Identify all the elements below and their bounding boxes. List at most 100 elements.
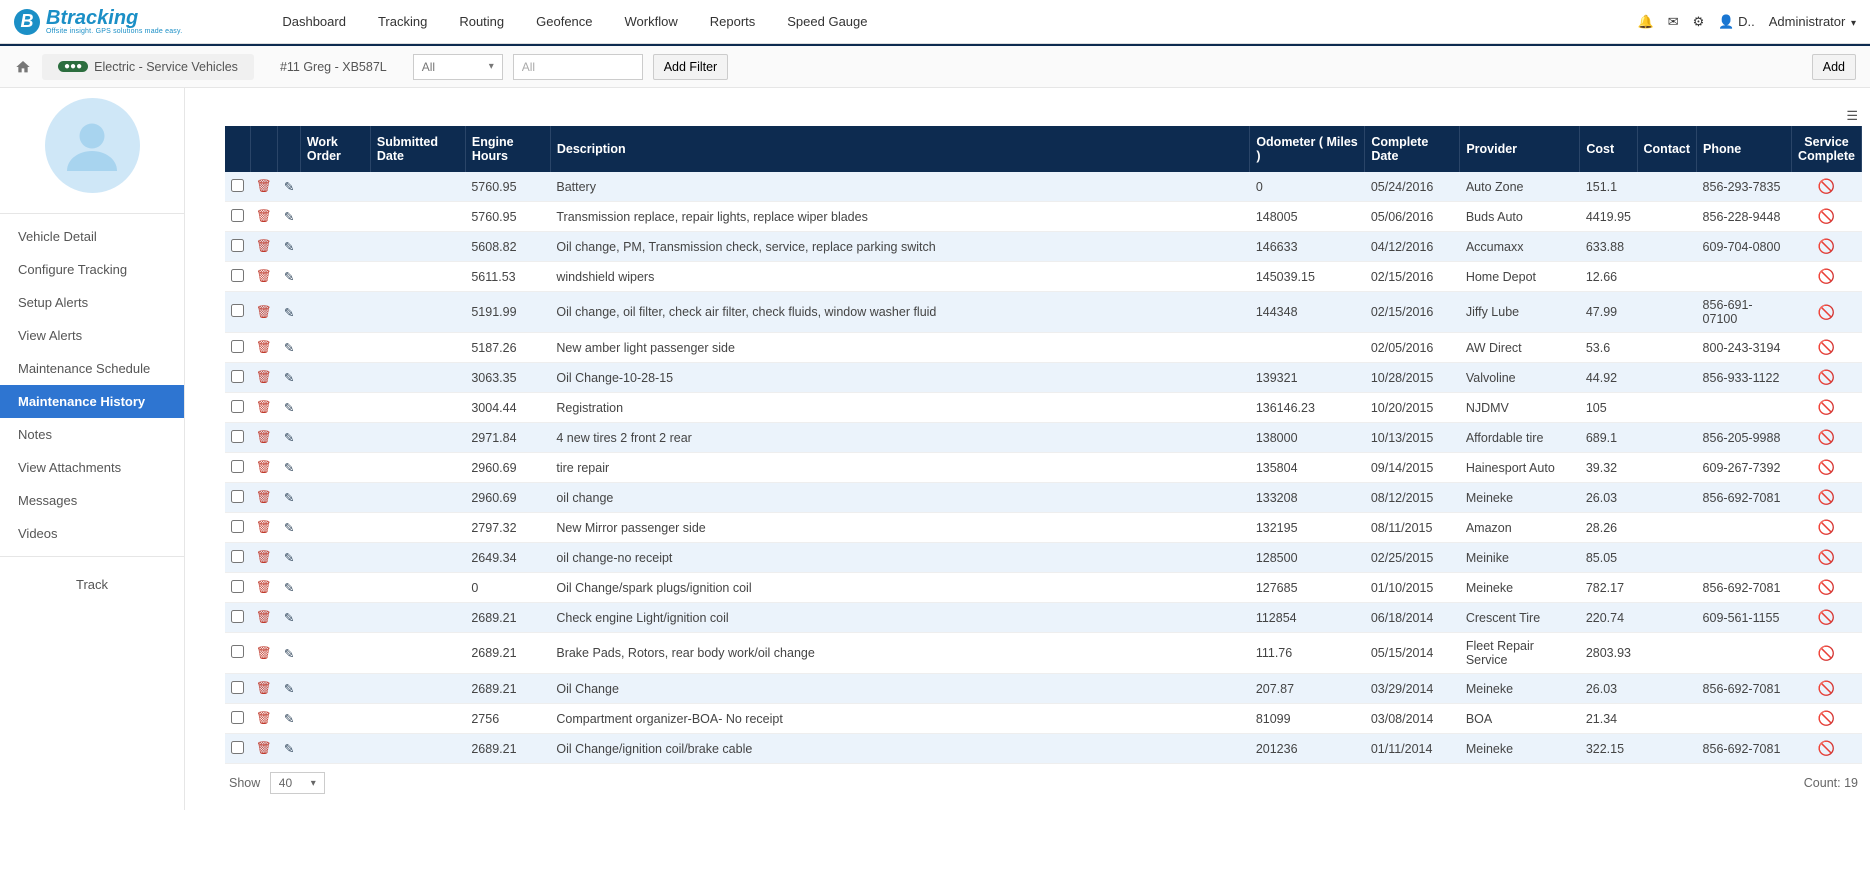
edit-icon[interactable]: ✎ [278, 603, 300, 633]
row-checkbox[interactable] [231, 645, 244, 658]
edit-icon[interactable]: ✎ [278, 513, 300, 543]
delete-icon[interactable]: 🗑 [250, 423, 278, 453]
gear-icon[interactable]: ⚙ [1693, 14, 1705, 30]
sidebar-item-videos[interactable]: Videos [0, 517, 184, 550]
add-filter-button[interactable]: Add Filter [653, 54, 729, 80]
mail-icon[interactable]: ✉ [1668, 14, 1679, 30]
delete-icon[interactable]: 🗑 [250, 363, 278, 393]
delete-icon[interactable]: 🗑 [250, 573, 278, 603]
edit-icon[interactable]: ✎ [278, 453, 300, 483]
sidebar-item-setup-alerts[interactable]: Setup Alerts [0, 286, 184, 319]
delete-icon[interactable]: 🗑 [250, 292, 278, 333]
row-checkbox[interactable] [231, 370, 244, 383]
sidebar-item-maintenance-schedule[interactable]: Maintenance Schedule [0, 352, 184, 385]
crumb-vehicle[interactable]: #11 Greg - XB587L [264, 54, 403, 80]
row-checkbox[interactable] [231, 520, 244, 533]
edit-icon[interactable]: ✎ [278, 674, 300, 704]
sidebar-item-configure-tracking[interactable]: Configure Tracking [0, 253, 184, 286]
sidebar-item-view-alerts[interactable]: View Alerts [0, 319, 184, 352]
row-checkbox[interactable] [231, 490, 244, 503]
row-checkbox[interactable] [231, 209, 244, 222]
row-checkbox[interactable] [231, 340, 244, 353]
logo[interactable]: B Btracking Offsite insight. GPS solutio… [14, 8, 182, 35]
bell-icon[interactable]: 🔔 [1638, 14, 1654, 30]
filter-select[interactable]: All ▾ [413, 54, 503, 80]
edit-icon[interactable]: ✎ [278, 292, 300, 333]
edit-icon[interactable]: ✎ [278, 333, 300, 363]
nav-speed-gauge[interactable]: Speed Gauge [787, 14, 867, 29]
crumb-group[interactable]: ●●● Electric - Service Vehicles [42, 54, 254, 80]
nav-tracking[interactable]: Tracking [378, 14, 427, 29]
delete-icon[interactable]: 🗑 [250, 704, 278, 734]
edit-icon[interactable]: ✎ [278, 202, 300, 232]
row-checkbox[interactable] [231, 580, 244, 593]
th-contact[interactable]: Contact [1637, 126, 1697, 172]
sidebar-item-messages[interactable]: Messages [0, 484, 184, 517]
edit-icon[interactable]: ✎ [278, 483, 300, 513]
user-menu[interactable]: 👤 D.. [1718, 14, 1754, 30]
edit-icon[interactable]: ✎ [278, 573, 300, 603]
delete-icon[interactable]: 🗑 [250, 603, 278, 633]
home-icon[interactable] [14, 59, 32, 75]
sidebar-item-notes[interactable]: Notes [0, 418, 184, 451]
delete-icon[interactable]: 🗑 [250, 333, 278, 363]
edit-icon[interactable]: ✎ [278, 704, 300, 734]
edit-icon[interactable]: ✎ [278, 232, 300, 262]
sidebar-item-view-attachments[interactable]: View Attachments [0, 451, 184, 484]
th-service-complete[interactable]: Service Complete [1792, 126, 1862, 172]
th-submitted[interactable]: Submitted Date [370, 126, 465, 172]
row-checkbox[interactable] [231, 550, 244, 563]
th-phone[interactable]: Phone [1697, 126, 1792, 172]
nav-dashboard[interactable]: Dashboard [282, 14, 346, 29]
delete-icon[interactable]: 🗑 [250, 513, 278, 543]
filter-input[interactable] [513, 54, 643, 80]
nav-reports[interactable]: Reports [710, 14, 756, 29]
edit-icon[interactable]: ✎ [278, 734, 300, 764]
delete-icon[interactable]: 🗑 [250, 172, 278, 202]
th-provider[interactable]: Provider [1460, 126, 1580, 172]
edit-icon[interactable]: ✎ [278, 393, 300, 423]
delete-icon[interactable]: 🗑 [250, 232, 278, 262]
edit-icon[interactable]: ✎ [278, 363, 300, 393]
add-button[interactable]: Add [1812, 54, 1856, 80]
row-checkbox[interactable] [231, 681, 244, 694]
th-description[interactable]: Description [550, 126, 1249, 172]
edit-icon[interactable]: ✎ [278, 172, 300, 202]
delete-icon[interactable]: 🗑 [250, 483, 278, 513]
row-checkbox[interactable] [231, 239, 244, 252]
row-checkbox[interactable] [231, 304, 244, 317]
delete-icon[interactable]: 🗑 [250, 734, 278, 764]
nav-geofence[interactable]: Geofence [536, 14, 592, 29]
th-work-order[interactable]: Work Order [300, 126, 370, 172]
th-cost[interactable]: Cost [1580, 126, 1637, 172]
th-engine-hours[interactable]: Engine Hours [465, 126, 550, 172]
delete-icon[interactable]: 🗑 [250, 262, 278, 292]
delete-icon[interactable]: 🗑 [250, 674, 278, 704]
row-checkbox[interactable] [231, 400, 244, 413]
nav-workflow[interactable]: Workflow [625, 14, 678, 29]
edit-icon[interactable]: ✎ [278, 543, 300, 573]
row-checkbox[interactable] [231, 269, 244, 282]
edit-icon[interactable]: ✎ [278, 262, 300, 292]
row-checkbox[interactable] [231, 741, 244, 754]
list-view-icon[interactable]: ☰ [225, 106, 1862, 126]
row-checkbox[interactable] [231, 711, 244, 724]
row-checkbox[interactable] [231, 610, 244, 623]
nav-routing[interactable]: Routing [459, 14, 504, 29]
delete-icon[interactable]: 🗑 [250, 202, 278, 232]
row-checkbox[interactable] [231, 460, 244, 473]
edit-icon[interactable]: ✎ [278, 633, 300, 674]
sidebar-item-maintenance-history[interactable]: Maintenance History [0, 385, 184, 418]
delete-icon[interactable]: 🗑 [250, 393, 278, 423]
edit-icon[interactable]: ✎ [278, 423, 300, 453]
page-size-select[interactable]: 40 ▾ [270, 772, 325, 794]
th-odometer[interactable]: Odometer ( Miles ) [1250, 126, 1365, 172]
row-checkbox[interactable] [231, 430, 244, 443]
role-menu[interactable]: Administrator ▾ [1769, 14, 1856, 29]
delete-icon[interactable]: 🗑 [250, 633, 278, 674]
delete-icon[interactable]: 🗑 [250, 543, 278, 573]
row-checkbox[interactable] [231, 179, 244, 192]
sidebar-item-vehicle-detail[interactable]: Vehicle Detail [0, 220, 184, 253]
sidebar-track[interactable]: Track [0, 556, 184, 612]
delete-icon[interactable]: 🗑 [250, 453, 278, 483]
